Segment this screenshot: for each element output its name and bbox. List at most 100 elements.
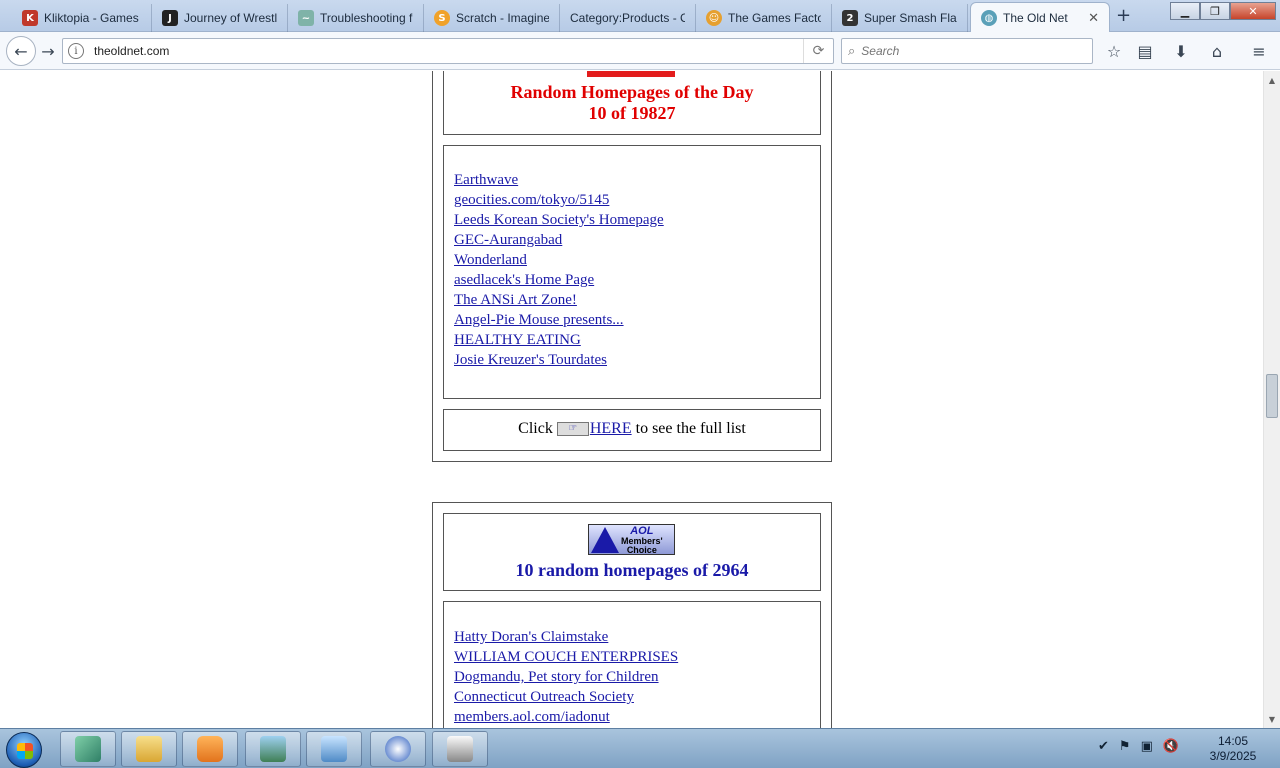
tab-journey[interactable]: J Journey of Wrestli <box>152 4 288 32</box>
reload-icon[interactable]: ⟳ <box>803 39 833 63</box>
homepage-link[interactable]: Earthwave <box>454 172 518 188</box>
start-button[interactable] <box>6 732 42 768</box>
taskbar-explorer[interactable] <box>121 731 177 767</box>
scrollbar-thumb[interactable] <box>1266 374 1278 418</box>
homepage-link[interactable]: Connecticut Outreach Society <box>454 689 634 705</box>
address-bar[interactable]: i theoldnet.com ⟳ <box>62 38 834 64</box>
minimize-button[interactable]: ▁ <box>1170 2 1200 20</box>
gf-icon <box>385 736 411 762</box>
aol-link-list: Hatty Doran's Claimstake WILLIAM COUCH E… <box>454 629 678 728</box>
search-input[interactable] <box>861 44 1062 58</box>
tab-title: Super Smash Flas <box>864 11 957 25</box>
search-box[interactable]: ⌕ <box>841 38 1093 64</box>
tab-troubleshooting[interactable]: ~ Troubleshooting f <box>288 4 424 32</box>
list-item: GEC-Aurangabad <box>454 232 664 252</box>
system-clock[interactable]: 14:05 3/9/2025 <box>1200 734 1266 764</box>
aol-logo-text: AOL Members' Choice <box>621 525 663 555</box>
homepage-link[interactable]: Josie Kreuzer's Tourdates <box>454 352 607 368</box>
list-item: Earthwave <box>454 172 664 192</box>
menu-icon[interactable]: ≡ <box>1248 40 1270 62</box>
list-item: Wonderland <box>454 252 664 272</box>
tab-title: Troubleshooting f <box>320 11 413 25</box>
security-shield-icon[interactable]: ✔ <box>1098 739 1109 754</box>
kliktopia-icon: K <box>22 10 38 26</box>
globe-icon: ◍ <box>981 10 997 26</box>
downloads-icon[interactable]: ⬇ <box>1170 40 1192 62</box>
homepage-link[interactable]: members.aol.com/iadonut <box>454 709 610 725</box>
homepage-link[interactable]: Leeds Korean Society's Homepage <box>454 212 664 228</box>
url-text[interactable]: theoldnet.com <box>94 44 803 58</box>
close-window-button[interactable]: ✕ <box>1230 2 1276 20</box>
tab-games-factory[interactable]: ☺ The Games Factor <box>696 4 832 32</box>
reading-list-icon[interactable]: ▤ <box>1134 40 1156 62</box>
homepage-link[interactable]: geocities.com/tokyo/5145 <box>454 192 609 208</box>
tab-the-old-net[interactable]: ◍ The Old Net ✕ <box>970 2 1110 33</box>
tab-title: The Games Factor <box>728 11 821 25</box>
new-tab-button[interactable]: + <box>1116 5 1131 26</box>
list-item: Hatty Doran's Claimstake <box>454 629 678 649</box>
bookmark-star-icon[interactable]: ☆ <box>1103 40 1125 62</box>
clock-time: 14:05 <box>1217 734 1249 748</box>
home-icon[interactable]: ⌂ <box>1206 40 1228 62</box>
tab-title: Journey of Wrestli <box>184 11 277 25</box>
scroll-up-icon[interactable]: ▲ <box>1266 73 1278 87</box>
list-item: HEALTHY EATING <box>454 332 664 352</box>
taskbar-game-factory[interactable] <box>370 731 426 767</box>
tab-category-products[interactable]: Category:Products - C <box>560 4 696 32</box>
games-factory-icon: ☺ <box>706 10 722 26</box>
site-info-icon[interactable]: i <box>68 43 84 59</box>
list-item: geocities.com/tokyo/5145 <box>454 192 664 212</box>
system-tray: ✔ ⚑ ▣ 🔇 <box>1098 739 1179 754</box>
clock-date: 3/9/2025 <box>1209 749 1257 763</box>
taskbar-app-1[interactable] <box>60 731 116 767</box>
taskbar-ssf[interactable] <box>432 731 488 767</box>
network-icon[interactable]: ▣ <box>1141 739 1153 754</box>
homepage-link[interactable]: Wonderland <box>454 252 527 268</box>
forward-button[interactable]: → <box>36 39 60 63</box>
homepage-link[interactable]: Hatty Doran's Claimstake <box>454 629 608 645</box>
taskbar-media-player[interactable] <box>182 731 238 767</box>
pointing-hand-icon: ☞ <box>556 422 589 436</box>
list-item: members.aol.com/iadonut <box>454 709 678 728</box>
ssf-app-icon <box>447 736 473 762</box>
taskbar-photo-viewer[interactable] <box>245 731 301 767</box>
back-button[interactable]: ← <box>6 36 36 66</box>
tab-scratch[interactable]: S Scratch - Imagine <box>424 4 560 32</box>
list-item: asedlacek's Home Page <box>454 272 664 292</box>
scroll-down-icon[interactable]: ▼ <box>1266 712 1278 726</box>
maximize-button[interactable]: ❐ <box>1200 2 1230 20</box>
tab-kliktopia[interactable]: K Kliktopia - Games <box>0 4 152 32</box>
back-arrow-icon: ← <box>14 41 28 61</box>
tab-title: The Old Net <box>1003 11 1068 25</box>
taskbar-control-panel[interactable] <box>306 731 362 767</box>
homepage-link[interactable]: The ANSi Art Zone! <box>454 292 577 308</box>
close-tab-icon[interactable]: ✕ <box>1088 11 1099 26</box>
aol-triangle-icon <box>591 526 619 553</box>
aol-members-choice-logo: AOL Members' Choice <box>588 524 675 555</box>
navigation-toolbar: ← → i theoldnet.com ⟳ ⌕ ☆ ▤ ⬇ ⌂ ≡ <box>0 32 1280 70</box>
random-day-count: 10 of 19827 <box>588 103 676 123</box>
action-center-flag-icon[interactable]: ⚑ <box>1119 739 1131 754</box>
windows-taskbar: ✔ ⚑ ▣ 🔇 14:05 3/9/2025 <box>0 728 1280 768</box>
tab-title: Scratch - Imagine <box>456 11 549 25</box>
scratch-icon: S <box>434 10 450 26</box>
homepage-link[interactable]: asedlacek's Home Page <box>454 272 594 288</box>
photo-icon <box>260 736 286 762</box>
homepage-link[interactable]: Angel-Pie Mouse presents... <box>454 312 624 328</box>
red-banner-graphic <box>587 71 675 77</box>
tab-super-smash-flash[interactable]: 2 Super Smash Flas <box>832 4 968 32</box>
homepage-link[interactable]: GEC-Aurangabad <box>454 232 562 248</box>
vertical-scrollbar[interactable]: ▲ ▼ <box>1263 71 1280 728</box>
search-icon: ⌕ <box>848 43 856 59</box>
volume-muted-icon[interactable]: 🔇 <box>1163 739 1179 754</box>
page-viewport: Random Homepages of the Day 10 of 19827 … <box>0 71 1263 728</box>
list-item: Connecticut Outreach Society <box>454 689 678 709</box>
homepage-link[interactable]: WILLIAM COUCH ENTERPRISES <box>454 649 678 665</box>
full-list-link[interactable]: HERE <box>590 420 632 438</box>
aol-heading: 10 random homepages of 2964 <box>515 560 749 580</box>
list-item: The ANSi Art Zone! <box>454 292 664 312</box>
homepage-link[interactable]: Dogmandu, Pet story for Children <box>454 669 659 685</box>
journey-icon: J <box>162 10 178 26</box>
ssf-icon: 2 <box>842 10 858 26</box>
homepage-link[interactable]: HEALTHY EATING <box>454 332 581 348</box>
